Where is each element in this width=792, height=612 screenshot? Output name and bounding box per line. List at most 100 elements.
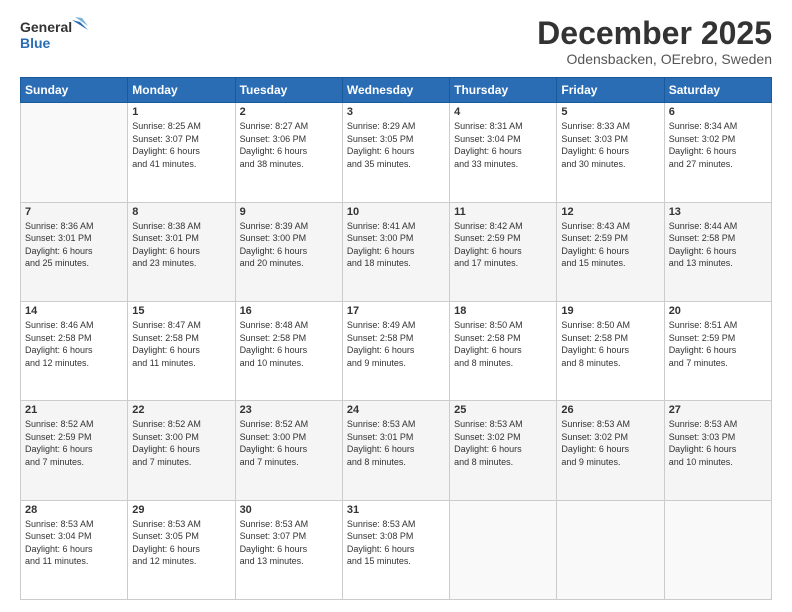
day-number: 13 [669,206,767,218]
calendar-cell: 2 Sunrise: 8:27 AM Sunset: 3:06 PM Daylig… [235,103,342,202]
day-info: Sunrise: 8:53 AM Sunset: 3:05 PM Dayligh… [132,518,230,568]
day-number: 4 [454,106,552,118]
day-info: Sunrise: 8:50 AM Sunset: 2:58 PM Dayligh… [454,319,552,369]
day-number: 26 [561,404,659,416]
calendar-header-row: Sunday Monday Tuesday Wednesday Thursday… [21,78,772,103]
day-info: Sunrise: 8:53 AM Sunset: 3:07 PM Dayligh… [240,518,338,568]
calendar-cell: 26 Sunrise: 8:53 AM Sunset: 3:02 PM Dayli… [557,401,664,500]
day-info: Sunrise: 8:53 AM Sunset: 3:04 PM Dayligh… [25,518,123,568]
calendar-cell: 8Sunrise: 8:38 AM Sunset: 3:01 PM Daylig… [128,202,235,301]
calendar-cell: 24 Sunrise: 8:53 AM Sunset: 3:01 PM Dayli… [342,401,449,500]
col-wednesday: Wednesday [342,78,449,103]
calendar-table: Sunday Monday Tuesday Wednesday Thursday… [20,77,772,600]
day-info: Sunrise: 8:52 AM Sunset: 3:00 PM Dayligh… [240,418,338,468]
day-number: 14 [25,305,123,317]
calendar-cell: 18 Sunrise: 8:50 AM Sunset: 2:58 PM Dayli… [450,301,557,400]
week-row-2: 7 Sunrise: 8:36 AM Sunset: 3:01 PM Daylig… [21,202,772,301]
day-info: Sunrise: 8:43 AM Sunset: 2:59 PM Dayligh… [561,220,659,270]
col-monday: Monday [128,78,235,103]
day-number: 24 [347,404,445,416]
day-info: Sunrise: 8:53 AM Sunset: 3:01 PM Dayligh… [347,418,445,468]
week-row-3: 14 Sunrise: 8:46 AM Sunset: 2:58 PM Dayli… [21,301,772,400]
calendar-cell: 15 Sunrise: 8:47 AM Sunset: 2:58 PM Dayli… [128,301,235,400]
day-number: 17 [347,305,445,317]
calendar-cell: 10Sunrise: 8:41 AM Sunset: 3:00 PM Dayli… [342,202,449,301]
day-info: Sunrise: 8:34 AM Sunset: 3:02 PM Dayligh… [669,120,767,170]
day-info: Sunrise: 8:48 AM Sunset: 2:58 PM Dayligh… [240,319,338,369]
day-number: 20 [669,305,767,317]
day-number: 2 [240,106,338,118]
week-row-4: 21 Sunrise: 8:52 AM Sunset: 2:59 PM Dayli… [21,401,772,500]
calendar-cell: 13 Sunrise: 8:44 AM Sunset: 2:58 PM Dayli… [664,202,771,301]
day-number: 30 [240,504,338,516]
page: GeneralBlue December 2025 Odensbacken, O… [0,0,792,612]
svg-text:Blue: Blue [20,35,51,51]
day-number: 5 [561,106,659,118]
day-info: Sunrise: 8:39 AM Sunset: 3:00 PM Dayligh… [240,220,338,270]
day-info: Sunrise: 8:51 AM Sunset: 2:59 PM Dayligh… [669,319,767,369]
calendar-cell: 20 Sunrise: 8:51 AM Sunset: 2:59 PM Dayli… [664,301,771,400]
day-number: 28 [25,504,123,516]
day-info: Sunrise: 8:36 AM Sunset: 3:01 PM Dayligh… [25,220,123,270]
day-info: Sunrise: 8:27 AM Sunset: 3:06 PM Dayligh… [240,120,338,170]
day-info: Sunrise: 8:42 AM Sunset: 2:59 PM Dayligh… [454,220,552,270]
day-number: 16 [240,305,338,317]
day-info: Sunrise: 8:33 AM Sunset: 3:03 PM Dayligh… [561,120,659,170]
day-number: 12 [561,206,659,218]
calendar-cell [21,103,128,202]
calendar-cell: 9 Sunrise: 8:39 AM Sunset: 3:00 PM Daylig… [235,202,342,301]
calendar-cell: 6 Sunrise: 8:34 AM Sunset: 3:02 PM Daylig… [664,103,771,202]
day-number: 1 [132,106,230,118]
day-info: Sunrise: 8:53 AM Sunset: 3:02 PM Dayligh… [454,418,552,468]
header: GeneralBlue December 2025 Odensbacken, O… [20,16,772,67]
col-saturday: Saturday [664,78,771,103]
day-info: Sunrise: 8:25 AM Sunset: 3:07 PM Dayligh… [132,120,230,170]
day-info: Sunrise: 8:46 AM Sunset: 2:58 PM Dayligh… [25,319,123,369]
day-info: Sunrise: 8:53 AM Sunset: 3:02 PM Dayligh… [561,418,659,468]
day-number: 22 [132,404,230,416]
day-info: Sunrise: 8:50 AM Sunset: 2:58 PM Dayligh… [561,319,659,369]
day-number: 27 [669,404,767,416]
calendar-cell: 16 Sunrise: 8:48 AM Sunset: 2:58 PM Dayli… [235,301,342,400]
day-number: 29 [132,504,230,516]
day-number: 19 [561,305,659,317]
calendar-cell: 17 Sunrise: 8:49 AM Sunset: 2:58 PM Dayli… [342,301,449,400]
day-number: 9 [240,206,338,218]
calendar-cell: 30 Sunrise: 8:53 AM Sunset: 3:07 PM Dayli… [235,500,342,599]
calendar-cell: 19 Sunrise: 8:50 AM Sunset: 2:58 PM Dayli… [557,301,664,400]
day-number: 8 [132,206,230,218]
day-info: Sunrise: 8:47 AM Sunset: 2:58 PM Dayligh… [132,319,230,369]
day-number: 15 [132,305,230,317]
calendar-cell: 29 Sunrise: 8:53 AM Sunset: 3:05 PM Dayli… [128,500,235,599]
day-number: 10 [347,206,445,218]
col-friday: Friday [557,78,664,103]
calendar-cell: 28 Sunrise: 8:53 AM Sunset: 3:04 PM Dayli… [21,500,128,599]
day-number: 25 [454,404,552,416]
day-info: Sunrise: 8:52 AM Sunset: 2:59 PM Dayligh… [25,418,123,468]
calendar-cell: 14 Sunrise: 8:46 AM Sunset: 2:58 PM Dayli… [21,301,128,400]
day-number: 7 [25,206,123,218]
day-number: 21 [25,404,123,416]
day-number: 31 [347,504,445,516]
day-info: Sunrise: 8:49 AM Sunset: 2:58 PM Dayligh… [347,319,445,369]
calendar-cell [557,500,664,599]
col-tuesday: Tuesday [235,78,342,103]
calendar-cell: 1 Sunrise: 8:25 AM Sunset: 3:07 PM Daylig… [128,103,235,202]
day-info: Sunrise: 8:44 AM Sunset: 2:58 PM Dayligh… [669,220,767,270]
month-title: December 2025 [537,16,772,51]
calendar-cell: 7 Sunrise: 8:36 AM Sunset: 3:01 PM Daylig… [21,202,128,301]
day-number: 6 [669,106,767,118]
calendar-cell: 21 Sunrise: 8:52 AM Sunset: 2:59 PM Dayli… [21,401,128,500]
day-info: Sunrise: 8:31 AM Sunset: 3:04 PM Dayligh… [454,120,552,170]
day-number: 3 [347,106,445,118]
location-title: Odensbacken, OErebro, Sweden [537,51,772,67]
col-thursday: Thursday [450,78,557,103]
day-number: 18 [454,305,552,317]
day-number: 23 [240,404,338,416]
calendar-cell: 5 Sunrise: 8:33 AM Sunset: 3:03 PM Daylig… [557,103,664,202]
calendar-cell: 11 Sunrise: 8:42 AM Sunset: 2:59 PM Dayli… [450,202,557,301]
col-sunday: Sunday [21,78,128,103]
week-row-1: 1 Sunrise: 8:25 AM Sunset: 3:07 PM Daylig… [21,103,772,202]
calendar-cell: 4 Sunrise: 8:31 AM Sunset: 3:04 PM Daylig… [450,103,557,202]
day-number: 11 [454,206,552,218]
